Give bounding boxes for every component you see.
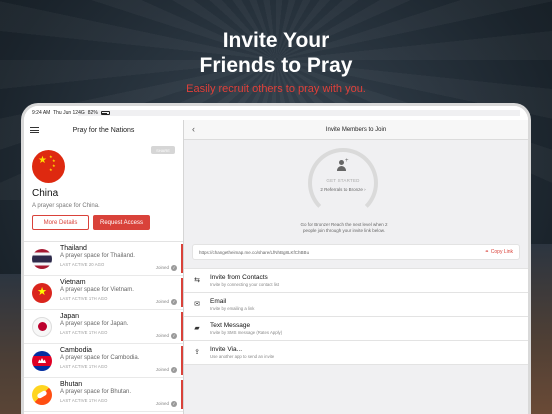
- promo-headline: Invite Your Friends to Pray Easily recru…: [0, 28, 552, 95]
- invite-link-box[interactable]: https://changetheimap.me.co/share/LfNhBg…: [192, 244, 520, 260]
- arrows-icon: ⇆: [194, 276, 200, 284]
- japan-flag-icon: [32, 316, 52, 337]
- promo-subtitle: Easily recruit others to pray with you.: [186, 83, 366, 95]
- request-access-button[interactable]: Request Access: [93, 215, 150, 230]
- list-item-name: Cambodia: [60, 346, 92, 354]
- joined-badge: Joined ✓: [155, 400, 177, 407]
- link-icon: ⚭: [484, 249, 489, 255]
- status-bar: 9:24 AM Thu Jun 12 4G 82%: [24, 106, 528, 120]
- list-item[interactable]: ★ Vietnam A prayer space for Vietnam. LA…: [24, 276, 183, 310]
- china-flag-icon: ★ ★ ★ ★ ★: [32, 150, 65, 183]
- mail-icon: ✉: [194, 300, 200, 308]
- spaces-sidebar: Pray for the Nations ★ ★ ★ ★ ★ SHARE Chi…: [24, 120, 184, 414]
- tablet-frame: 9:24 AM Thu Jun 12 4G 82% Pray for the N…: [24, 106, 528, 414]
- promo-title-line2: Friends to Pray: [199, 54, 353, 77]
- check-icon: ✓: [171, 332, 177, 339]
- promo-title: Invite Your Friends to Pray: [0, 28, 552, 78]
- joined-label: Joined: [155, 265, 169, 270]
- joined-label: Joined: [155, 401, 169, 406]
- list-item-name: Vietnam: [60, 278, 86, 286]
- joined-badge: Joined ✓: [155, 332, 177, 339]
- get-started-label: GET STARTED: [326, 178, 360, 183]
- invite-link-url: https://changetheimap.me.co/share/LfNhBg…: [199, 249, 310, 255]
- bhutan-flag-icon: [32, 384, 52, 405]
- add-person-icon: +: [336, 158, 350, 172]
- list-item-name: Bhutan: [60, 380, 83, 388]
- battery-icon: [100, 111, 110, 115]
- sidebar-header: Pray for the Nations: [24, 120, 183, 140]
- selected-country-card: ★ ★ ★ ★ ★ SHARE China A prayer space for…: [24, 140, 183, 240]
- list-item[interactable]: Thailand A prayer space for Thailand. LA…: [24, 242, 183, 276]
- vietnam-flag-icon: ★: [32, 282, 52, 303]
- status-time: 9:24 AM: [32, 110, 51, 116]
- referral-count-text: 2 Referrals to Bronze: [320, 187, 363, 192]
- joined-badge: Joined ✓: [155, 366, 177, 373]
- joined-label: Joined: [155, 299, 169, 304]
- share-icon: ⇪: [194, 348, 200, 356]
- list-item-description: A prayer space for Japan.: [60, 320, 129, 327]
- referral-count: 2 Referrals to Bronze ›: [320, 187, 366, 192]
- list-item[interactable]: Japan A prayer space for Japan. LAST ACT…: [24, 310, 183, 344]
- option-subtitle: Invite by connecting your contact list: [210, 282, 280, 287]
- battery-percent: 82%: [87, 110, 98, 116]
- invite-title: Invite Members to Join: [325, 126, 387, 133]
- list-item-description: A prayer space for Bhutan.: [60, 388, 132, 395]
- joined-label: Joined: [155, 333, 169, 338]
- invite-email-option[interactable]: ✉ Email Invite by emailing a link: [184, 293, 528, 317]
- country-list: Thailand A prayer space for Thailand. LA…: [24, 241, 183, 412]
- chat-icon: ▰: [194, 324, 200, 332]
- list-item-description: A prayer space for Cambodia.: [60, 354, 140, 361]
- more-details-button[interactable]: More Details: [32, 215, 89, 230]
- cambodia-flag-icon: [32, 350, 52, 371]
- list-item-name: Thailand: [60, 244, 87, 252]
- option-title: Invite from Contacts: [210, 274, 268, 281]
- back-chevron-icon[interactable]: ‹: [192, 124, 195, 134]
- check-icon: ✓: [171, 298, 177, 305]
- joined-badge: Joined ✓: [155, 298, 177, 305]
- goal-description-line2: people join through your invite link bel…: [302, 228, 386, 233]
- list-item[interactable]: Bhutan A prayer space for Bhutan. LAST A…: [24, 378, 183, 412]
- list-item-description: A prayer space for Vietnam.: [60, 286, 134, 293]
- promo-title-line1: Invite Your: [222, 29, 330, 52]
- option-title: Text Message: [210, 322, 251, 329]
- invite-header: ‹ Invite Members to Join: [184, 120, 528, 140]
- share-button[interactable]: SHARE: [151, 146, 175, 154]
- option-subtitle: Use another app to send an invite: [210, 354, 275, 359]
- option-title: Invite Via...: [210, 346, 243, 353]
- option-subtitle: Invite by SMS message (Rates Apply): [210, 330, 283, 335]
- sidebar-title: Pray for the Nations: [72, 126, 135, 134]
- thailand-flag-icon: [32, 248, 52, 269]
- list-item-name: Japan: [60, 312, 80, 320]
- joined-label: Joined: [155, 367, 169, 372]
- status-date: Thu Jun 12: [53, 110, 79, 116]
- joined-badge: Joined ✓: [155, 264, 177, 271]
- goal-description: Go for Bronze! Reach the next level when…: [284, 222, 404, 234]
- check-icon: ✓: [171, 400, 177, 407]
- selected-country-name: China: [32, 188, 59, 199]
- list-item[interactable]: Cambodia A prayer space for Cambodia. LA…: [24, 344, 183, 378]
- invite-text-message-option[interactable]: ▰ Text Message Invite by SMS message (Ra…: [184, 317, 528, 341]
- referral-progress: + GET STARTED 2 Referrals to Bronze › Go…: [184, 140, 528, 244]
- check-icon: ✓: [171, 264, 177, 271]
- invite-options: ⇆ Invite from Contacts Invite by connect…: [184, 268, 528, 365]
- option-subtitle: Invite by emailing a link: [210, 306, 255, 311]
- invite-via-option[interactable]: ⇪ Invite Via... Use another app to send …: [184, 341, 528, 365]
- list-item-description: A prayer space for Thailand.: [60, 252, 135, 259]
- copy-link-label: Copy Link: [490, 249, 513, 255]
- option-title: Email: [210, 298, 227, 305]
- invite-panel: ‹ Invite Members to Join + GET STARTED 2…: [184, 120, 528, 414]
- hamburger-menu-icon[interactable]: [30, 127, 39, 133]
- invite-from-contacts-option[interactable]: ⇆ Invite from Contacts Invite by connect…: [184, 269, 528, 293]
- check-icon: ✓: [171, 366, 177, 373]
- copy-link-button[interactable]: ⚭ Copy Link: [485, 249, 513, 255]
- selected-country-description: A prayer space for China.: [32, 203, 100, 209]
- signal-indicator: 4G: [78, 110, 85, 116]
